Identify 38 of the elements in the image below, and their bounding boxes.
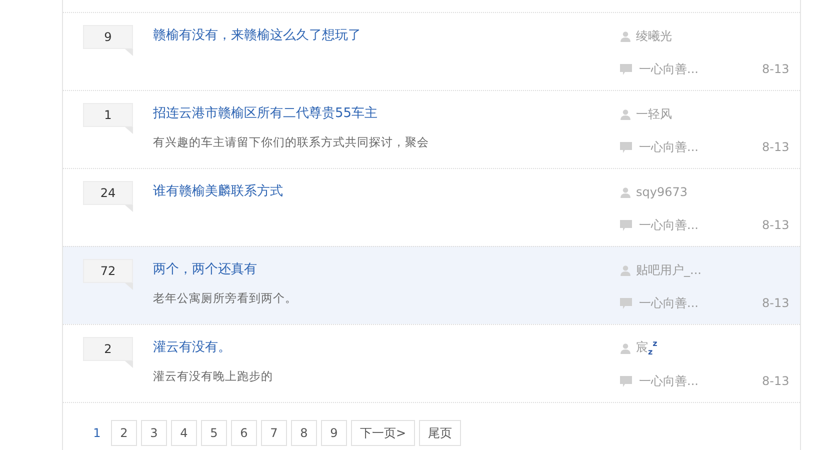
comment-icon — [620, 142, 632, 152]
thread-title-link[interactable]: 赣榆有没有，来赣榆这么久了想玩了 — [153, 26, 361, 44]
comment-icon — [620, 298, 632, 308]
last-page-link[interactable]: 尾页 — [419, 420, 462, 446]
comment-icon — [620, 64, 632, 74]
thread-title-link[interactable]: 谁有赣榆美麟联系方式 — [153, 182, 283, 200]
user-icon — [620, 342, 631, 354]
reply-date: 8-13 — [762, 218, 790, 232]
reply-date: 8-13 — [762, 296, 790, 310]
page-link[interactable]: 2 — [111, 420, 137, 446]
thread-excerpt: 老年公寓厕所旁看到两个。 — [153, 291, 298, 306]
page-link[interactable]: 8 — [291, 420, 317, 446]
page-link[interactable]: 5 — [201, 420, 227, 446]
next-page-link[interactable]: 下一页> — [351, 420, 416, 446]
user-icon — [620, 186, 631, 198]
thread-title-link[interactable]: 两个，两个还真有 — [153, 260, 257, 278]
page-link[interactable]: 3 — [141, 420, 167, 446]
thread-excerpt: 有兴趣的车主请留下你们的联系方式共同探讨，聚会 — [153, 135, 430, 150]
page-link[interactable]: 7 — [261, 420, 287, 446]
reply-count: 9 — [83, 25, 133, 56]
reply-count: 72 — [83, 259, 133, 290]
thread-excerpt: 灌云有没有晚上跑步的 — [153, 369, 274, 384]
thread-title-link[interactable]: 招连云港市赣榆区所有二代尊贵55车主 — [153, 104, 378, 122]
reply-date: 8-13 — [762, 140, 790, 154]
user-icon — [620, 264, 631, 276]
page-link[interactable]: 9 — [321, 420, 347, 446]
page-link[interactable]: 6 — [231, 420, 257, 446]
page-link[interactable]: 4 — [171, 420, 197, 446]
comment-icon — [620, 376, 632, 386]
reply-date: 8-13 — [762, 62, 790, 76]
thread-title-link[interactable]: 灌云有没有。 — [153, 338, 231, 356]
reply-date: 8-13 — [762, 374, 790, 388]
user-icon — [620, 30, 631, 42]
user-icon — [620, 108, 631, 120]
reply-count: 1 — [83, 103, 133, 134]
reply-count: 24 — [83, 181, 133, 212]
comment-icon — [620, 220, 632, 230]
reply-count: 2 — [83, 337, 133, 368]
